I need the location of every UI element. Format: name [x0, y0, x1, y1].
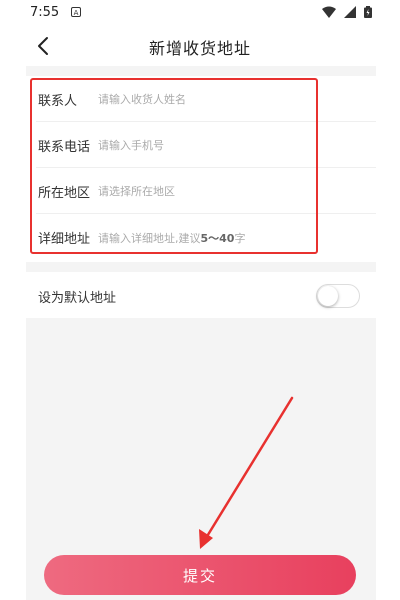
wifi-icon [321, 6, 336, 18]
address-form: 联系人 联系电话 所在地区 详细地址 请输入详细地址,建议5～40字 [26, 76, 376, 262]
toggle-knob [318, 286, 338, 306]
contact-name-input[interactable] [98, 85, 358, 113]
detail-placeholder-range: 5～40 [200, 232, 235, 245]
nav-bar: 新增收货地址 [0, 26, 400, 66]
default-address-toggle[interactable] [316, 284, 360, 308]
page-title: 新增收货地址 [148, 39, 251, 58]
status-time: 7:55 [30, 5, 60, 20]
detail-address-row[interactable]: 详细地址 请输入详细地址,建议5～40字 [26, 214, 376, 260]
default-address-row: 设为默认地址 [26, 272, 376, 318]
region-row[interactable]: 所在地区 [26, 168, 376, 214]
contact-name-label: 联系人 [38, 94, 78, 109]
contact-name-row: 联系人 [26, 76, 376, 122]
signal-icon [343, 6, 356, 18]
phone-input[interactable] [98, 131, 358, 159]
phone-row: 联系电话 [26, 122, 376, 168]
detail-address-label: 详细地址 [38, 232, 91, 247]
region-label: 所在地区 [38, 186, 91, 201]
region-picker[interactable] [98, 177, 358, 205]
status-icons [319, 6, 372, 25]
battery-icon [364, 6, 372, 18]
status-bar: 7:55 A [0, 0, 400, 26]
submit-button[interactable]: 提交 [44, 555, 356, 595]
a-square-icon: A [71, 7, 81, 17]
detail-address-input[interactable]: 请输入详细地址,建议5～40字 [98, 230, 245, 246]
detail-placeholder-prefix: 请输入详细地址,建议 [98, 232, 201, 245]
detail-placeholder-suffix: 字 [234, 232, 246, 245]
phone-label: 联系电话 [38, 140, 91, 155]
default-address-label: 设为默认地址 [38, 291, 117, 306]
